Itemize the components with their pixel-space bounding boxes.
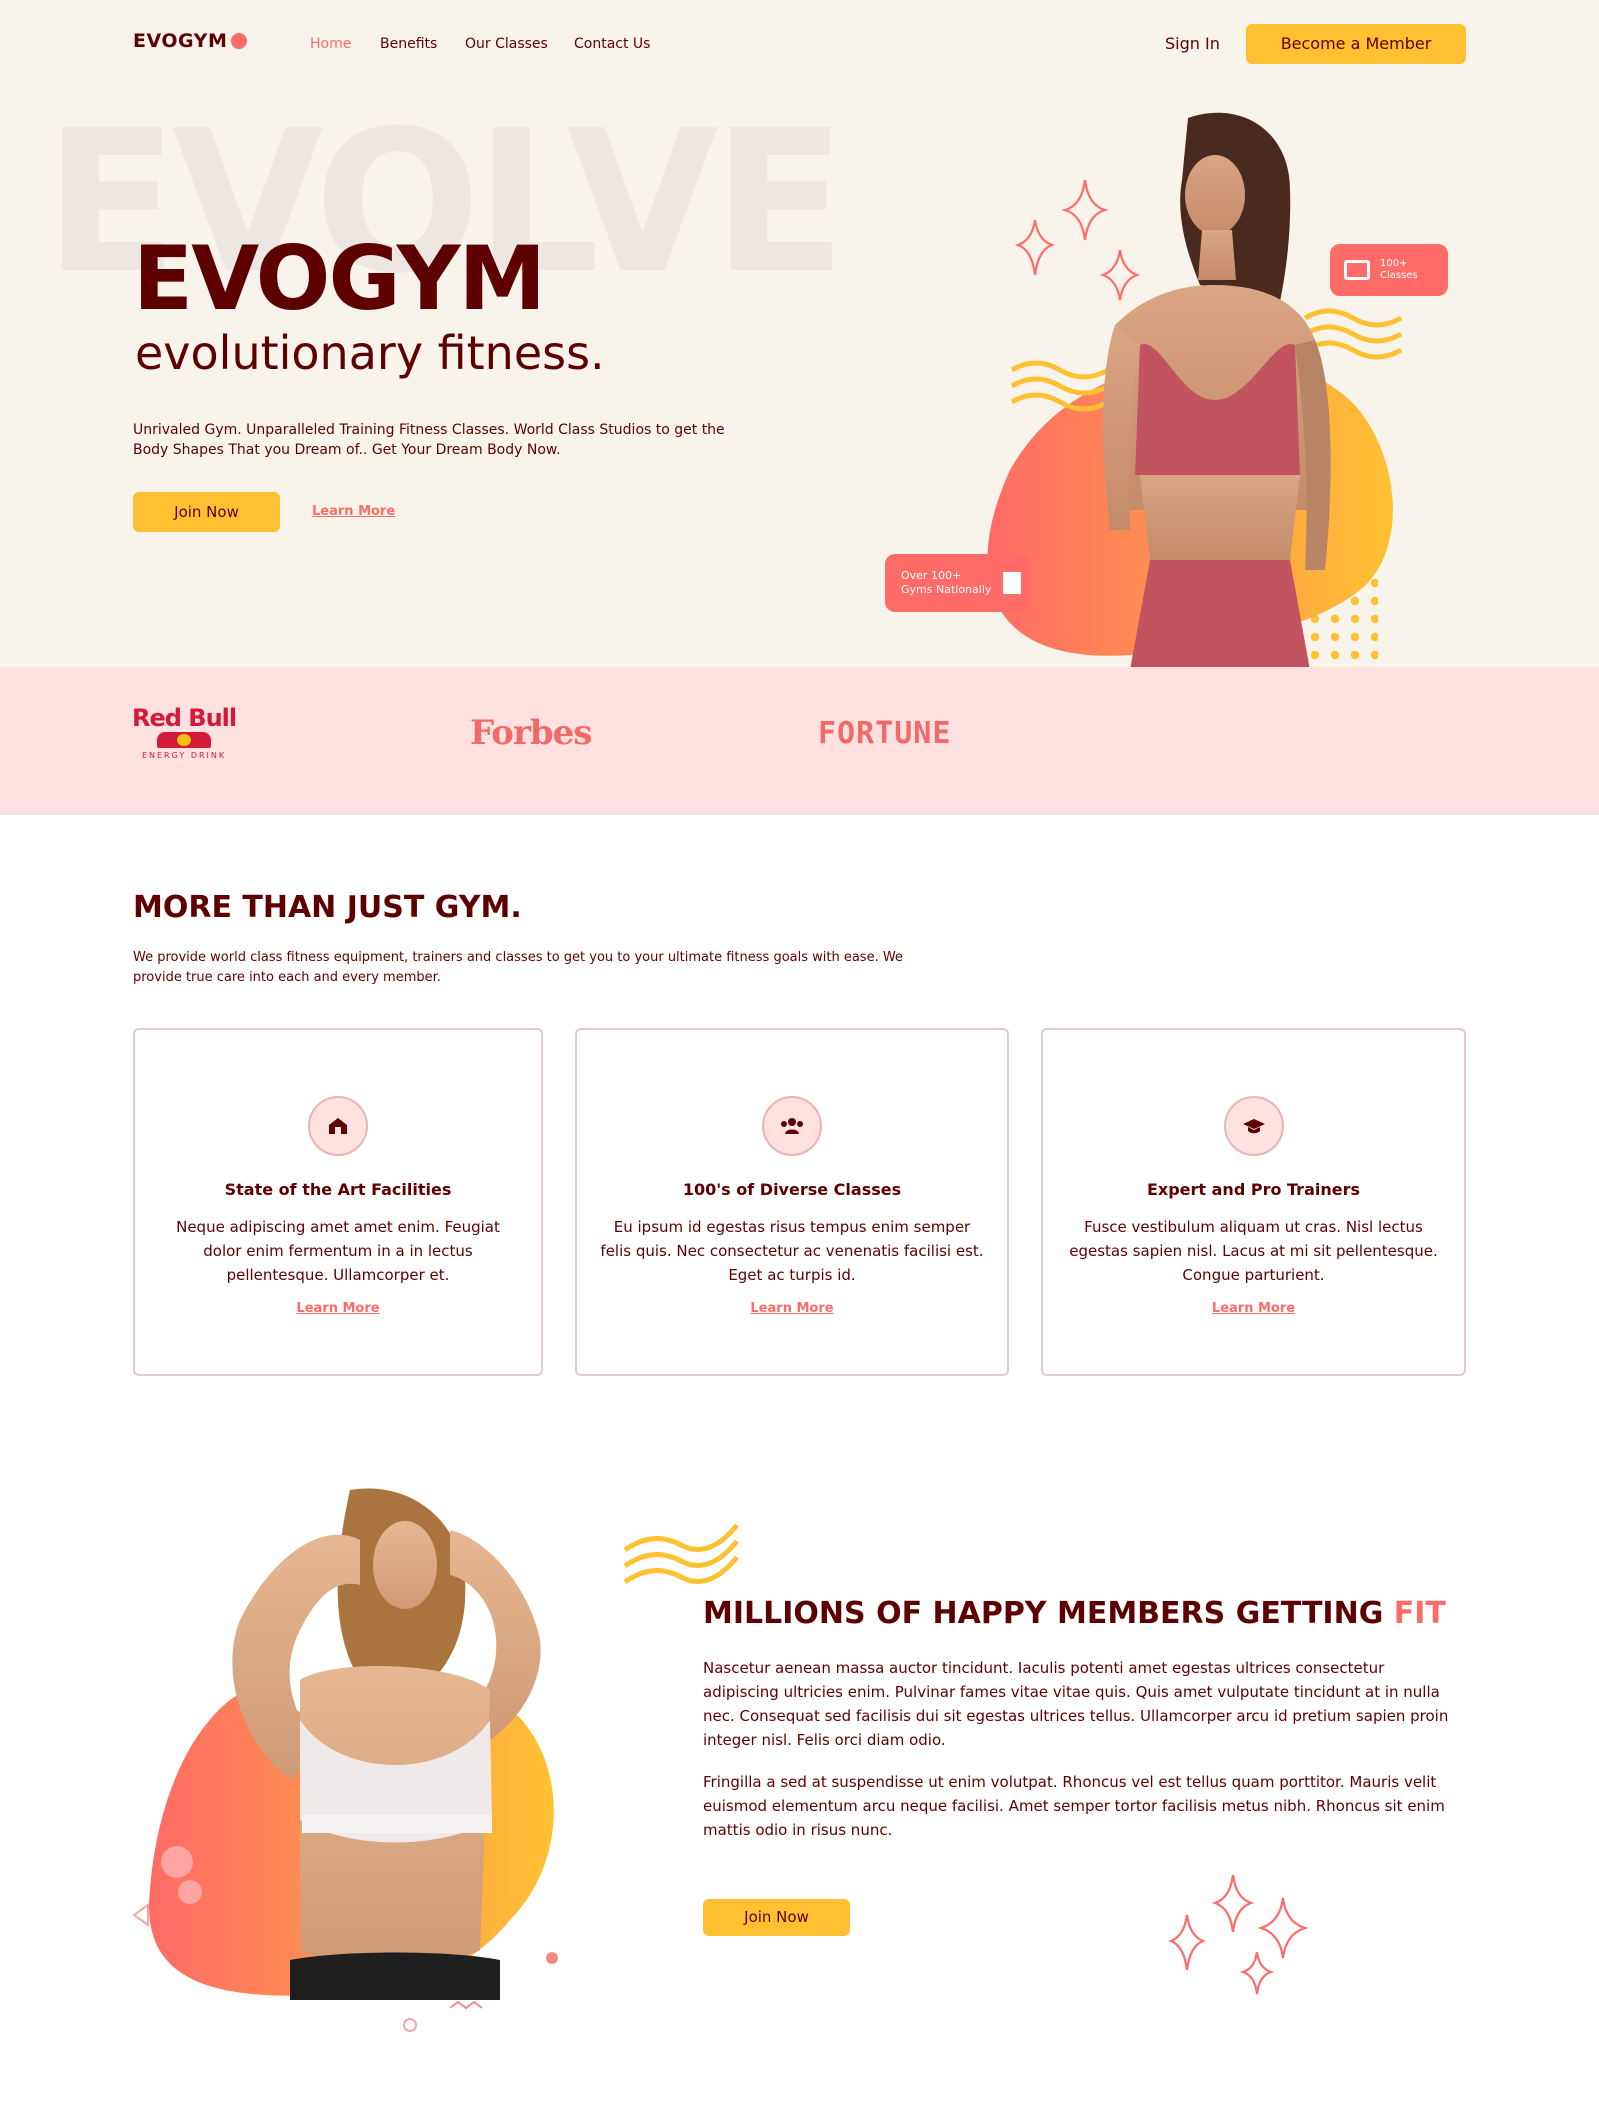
bulls-icon — [157, 732, 212, 748]
benefit-card-title: 100's of Diverse Classes — [682, 1180, 902, 1199]
graduation-cap-icon — [1223, 1096, 1284, 1156]
benefit-card-learn-more[interactable]: Learn More — [750, 1301, 833, 1316]
hero-description: Unrivaled Gym. Unparalleled Training Fit… — [133, 422, 725, 458]
benefit-card-facilities: State of the Art Facilities Neque adipis… — [133, 1028, 543, 1376]
benefit-card-title: Expert and Pro Trainers — [1146, 1180, 1361, 1199]
benefit-card-text: Eu ipsum id egestas risus tempus enim se… — [600, 1218, 984, 1284]
nav-link-our-classes[interactable]: Our Classes — [465, 36, 548, 52]
hero-join-button[interactable]: Join Now — [133, 492, 280, 532]
sparkles-decoration — [1167, 1874, 1309, 1995]
members-paragraph-2: Fringilla a sed at suspendisse ut enim v… — [703, 1773, 1445, 1839]
redbull-logo: Red Bull ENERGY DRINK — [132, 704, 237, 760]
gyms-badge-line2: Gyms Nationally — [901, 583, 992, 596]
sponsors-section — [0, 667, 1599, 815]
group-icon — [762, 1096, 822, 1156]
fortune-logo: FORTUNE — [818, 716, 952, 751]
members-heading-main: MILLIONS OF HAPPY MEMBERS GETTING — [703, 1596, 1394, 1631]
classes-badge-number: 100+ — [1380, 258, 1408, 269]
redbull-name: Red Bull — [132, 704, 237, 732]
classes-badge: 100+ Classes — [1330, 244, 1448, 296]
nav-link-benefits[interactable]: Benefits — [380, 36, 437, 52]
nav-link-contact-us[interactable]: Contact Us — [574, 36, 650, 52]
benefits-heading: MORE THAN JUST GYM. — [133, 890, 522, 925]
members-heading-accent: FIT — [1393, 1596, 1446, 1631]
members-join-button[interactable]: Join Now — [703, 1899, 850, 1936]
benefit-card-learn-more[interactable]: Learn More — [1212, 1301, 1295, 1316]
nav-link-home[interactable]: Home — [310, 36, 351, 52]
benefit-card-classes: 100's of Diverse Classes Eu ipsum id ege… — [575, 1028, 1009, 1376]
members-heading: MILLIONS OF HAPPY MEMBERS GETTING FIT — [703, 1596, 1446, 1631]
members-graphic — [132, 1488, 558, 2032]
redbull-subtitle: ENERGY DRINK — [141, 751, 227, 760]
hero-title: EVOGYM — [133, 227, 546, 330]
hero-subtitle: evolutionary fitness. — [135, 326, 605, 380]
id-card-icon — [1344, 260, 1370, 280]
benefit-card-trainers: Expert and Pro Trainers Fusce vestibulum… — [1041, 1028, 1466, 1376]
logo[interactable]: EVOGYM — [133, 30, 248, 52]
logo-text: EVOGYM — [133, 30, 228, 52]
hero-learn-more-link[interactable]: Learn More — [312, 504, 395, 519]
classes-badge-label: Classes — [1380, 270, 1418, 281]
benefit-card-text: Neque adipiscing amet amet enim. Feugiat… — [176, 1218, 500, 1284]
benefits-description: We provide world class fitness equipment… — [133, 950, 903, 985]
building-icon — [1003, 572, 1022, 594]
hero-graphic — [987, 112, 1403, 670]
benefit-card-title: State of the Art Facilities — [224, 1180, 452, 1199]
benefit-card-learn-more[interactable]: Learn More — [296, 1301, 379, 1316]
home-icon — [308, 1096, 368, 1156]
forbes-logo: Forbes — [470, 713, 592, 753]
become-member-button[interactable]: Become a Member — [1246, 24, 1466, 64]
members-waves — [623, 1523, 739, 1585]
sign-in-link[interactable]: Sign In — [1165, 34, 1220, 53]
benefit-card-text: Fusce vestibulum aliquam ut cras. Nisl l… — [1069, 1218, 1438, 1284]
members-paragraph-1: Nascetur aenean massa auctor tincidunt. … — [703, 1659, 1449, 1749]
gyms-badge-line1: Over 100+ — [901, 569, 962, 582]
logo-dot — [231, 33, 248, 49]
gyms-badge: Over 100+ Gyms Nationally — [885, 554, 1031, 612]
